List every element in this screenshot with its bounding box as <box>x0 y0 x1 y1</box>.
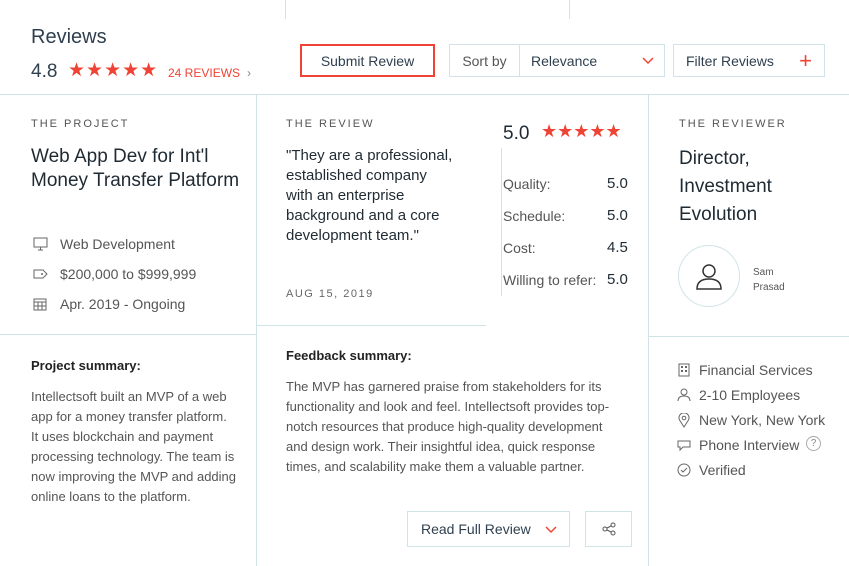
score-label: Willing to refer: <box>503 272 597 288</box>
submit-review-button[interactable]: Submit Review <box>300 44 435 77</box>
calendar-icon <box>32 296 48 312</box>
score-value: 5.0 <box>607 207 628 224</box>
sort-value: Relevance <box>531 52 598 69</box>
reviewer-caption: THE REVIEWER <box>679 118 787 130</box>
reviewer-location: New York, New York <box>699 412 826 428</box>
header-divider <box>0 94 849 95</box>
top-divider <box>569 0 570 19</box>
filter-label: Filter Reviews <box>686 52 774 69</box>
desktop-icon <box>32 236 48 252</box>
reviewer-name: Sam Prasad <box>753 267 785 293</box>
help-icon[interactable]: ? <box>806 436 821 451</box>
feedback-summary-heading: Feedback summary: <box>286 348 412 363</box>
rating-stars: ★★★★★ <box>68 60 159 81</box>
filter-reviews-button[interactable]: Filter Reviews + <box>673 44 825 77</box>
review-date: AUG 15, 2019 <box>286 288 374 300</box>
top-divider <box>285 0 286 19</box>
plus-icon: + <box>799 48 812 73</box>
verified-check-icon <box>676 462 692 478</box>
building-icon <box>676 362 692 378</box>
reviewer-employees: 2-10 Employees <box>699 387 801 403</box>
reviewer-verified: Verified <box>699 462 746 478</box>
project-title: Web App Dev for Int'l Money Transfer Pla… <box>31 146 240 191</box>
reviewer-title: Director, Investment Evolution <box>679 148 772 225</box>
location-pin-icon <box>676 412 692 428</box>
page-title: Reviews <box>31 26 107 48</box>
column-divider <box>648 95 649 566</box>
read-full-review-label: Read Full Review <box>421 521 531 537</box>
project-budget: $200,000 to $999,999 <box>60 266 197 282</box>
user-icon <box>696 264 722 290</box>
review-caption: THE REVIEW <box>286 118 375 130</box>
sort-select[interactable]: Sort by Relevance <box>449 44 665 77</box>
score-label: Cost: <box>503 240 536 256</box>
chat-bubble-icon <box>676 437 692 453</box>
score-label: Quality: <box>503 176 551 192</box>
reviewer-industry: Financial Services <box>699 362 813 378</box>
price-tag-icon <box>32 266 48 282</box>
overall-rating: 4.8 <box>31 61 58 82</box>
column-divider <box>256 95 257 566</box>
review-quote: "They are a professional, established co… <box>286 147 453 244</box>
share-button[interactable] <box>585 511 632 547</box>
reviewer-interview: Phone Interview <box>699 437 800 453</box>
project-summary-heading: Project summary: <box>31 358 141 373</box>
feedback-summary-text: The MVP has garnered praise from stakeho… <box>286 379 610 474</box>
review-overall-rating: 5.0 <box>503 123 530 144</box>
sort-label: Sort by <box>450 45 520 76</box>
read-full-review-button[interactable]: Read Full Review <box>407 511 570 547</box>
project-divider <box>0 334 256 335</box>
reviews-count-link[interactable]: 24 REVIEWS › <box>168 66 251 80</box>
avatar <box>678 245 740 307</box>
score-value: 4.5 <box>607 239 628 256</box>
project-summary-text: Intellectsoft built an MVP of a web app … <box>31 389 236 504</box>
project-caption: THE PROJECT <box>31 118 130 130</box>
share-icon <box>602 522 615 536</box>
project-service: Web Development <box>60 236 175 252</box>
score-value: 5.0 <box>607 175 628 192</box>
review-stars: ★★★★★ <box>541 121 622 141</box>
reviews-count-label: 24 REVIEWS <box>168 66 241 80</box>
chevron-right-icon: › <box>247 66 252 80</box>
chevron-down-icon <box>642 57 654 65</box>
reviewer-divider <box>649 336 849 337</box>
review-divider <box>256 325 486 326</box>
score-value: 5.0 <box>607 271 628 288</box>
score-label: Schedule: <box>503 208 566 224</box>
chevron-down-icon <box>545 526 557 534</box>
person-icon <box>676 387 692 403</box>
project-dates: Apr. 2019 - Ongoing <box>60 296 186 312</box>
scores-divider <box>501 148 502 296</box>
